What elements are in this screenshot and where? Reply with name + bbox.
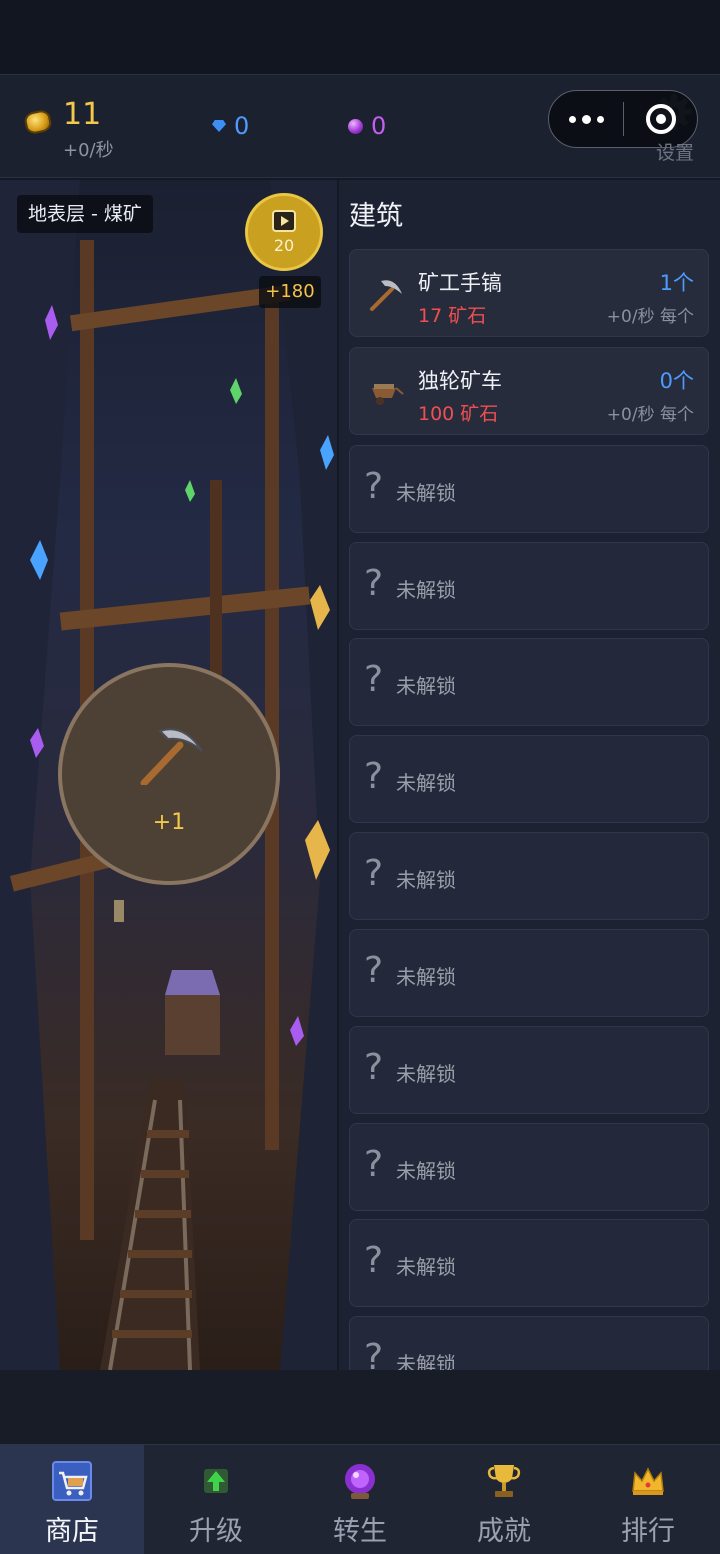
shop-cart-icon xyxy=(52,1461,92,1501)
question-mark-icon: ? xyxy=(364,1047,384,1088)
question-mark-icon: ? xyxy=(364,563,384,604)
panel-title: 建筑 xyxy=(349,201,403,232)
trophy-icon xyxy=(487,1465,521,1497)
question-mark-icon: ? xyxy=(364,1144,384,1185)
locked-label: 未解锁 xyxy=(396,965,456,989)
blue-gem-icon xyxy=(212,120,226,132)
gold-ore-icon xyxy=(22,108,54,136)
upgrade-arrow-icon xyxy=(204,1469,228,1493)
nav-tab-ranking[interactable]: 排行 xyxy=(576,1445,720,1554)
buildings-panel: 建筑 矿工手镐 17 矿石 1个 +0/秒 每个 独轮矿车 100 矿石 0个 … xyxy=(339,180,720,1370)
locked-label: 未解锁 xyxy=(396,578,456,602)
nav-tab-upgrade[interactable]: 升级 xyxy=(144,1445,288,1554)
mine-gain: +1 xyxy=(152,810,186,835)
status-bar-area xyxy=(0,0,720,74)
building-card-wheelbarrow[interactable]: 独轮矿车 100 矿石 0个 +0/秒 每个 xyxy=(349,347,709,435)
question-mark-icon: ? xyxy=(364,853,384,894)
question-mark-icon: ? xyxy=(364,756,384,797)
building-name: 独轮矿车 xyxy=(418,369,502,393)
locked-label: 未解锁 xyxy=(396,1352,456,1370)
locked-label: 未解锁 xyxy=(396,1159,456,1183)
gem-counter: 0 xyxy=(212,114,249,138)
locked-label: 未解锁 xyxy=(396,868,456,892)
close-button[interactable] xyxy=(624,104,697,134)
nav-label: 成就 xyxy=(477,1516,531,1547)
essence-counter: 0 xyxy=(348,114,386,138)
question-mark-icon: ? xyxy=(364,950,384,991)
wheelbarrow-icon xyxy=(372,384,404,405)
video-cost: 20 xyxy=(273,236,295,255)
locked-building-card: ? 未解锁 xyxy=(349,445,709,533)
building-cost: 17 矿石 xyxy=(418,305,487,327)
crystal-ball-icon xyxy=(345,1464,375,1499)
locked-building-card: ? 未解锁 xyxy=(349,1026,709,1114)
nav-spacer xyxy=(0,1370,720,1444)
locked-building-card: ? 未解锁 xyxy=(349,638,709,726)
mine-click-button[interactable]: +1 xyxy=(58,663,280,885)
building-card-pickaxe[interactable]: 矿工手镐 17 矿石 1个 +0/秒 每个 xyxy=(349,249,709,337)
ore-counter: 11 xyxy=(22,97,102,136)
locked-label: 未解锁 xyxy=(396,1062,456,1086)
pickaxe-icon xyxy=(140,728,203,785)
building-count: 1个 xyxy=(659,271,694,295)
video-reward: +180 xyxy=(259,276,321,308)
locked-building-card: ? 未解锁 xyxy=(349,1219,709,1307)
watch-video-button[interactable]: 20 xyxy=(245,193,323,271)
locked-label: 未解锁 xyxy=(396,1255,456,1279)
bottom-nav: 商店 升级 转生 成就 排行 xyxy=(0,1444,720,1554)
nav-tab-achievements[interactable]: 成就 xyxy=(432,1445,576,1554)
locked-label: 未解锁 xyxy=(396,771,456,795)
more-menu-button[interactable] xyxy=(549,91,623,147)
nav-tab-rebirth[interactable]: 转生 xyxy=(288,1445,432,1554)
locked-building-card: ? 未解锁 xyxy=(349,1316,709,1370)
locked-label: 未解锁 xyxy=(396,481,456,505)
pickaxe-icon xyxy=(370,280,402,311)
question-mark-icon: ? xyxy=(364,466,384,507)
nav-label: 商店 xyxy=(45,1516,99,1547)
settings-label[interactable]: 设置 xyxy=(656,138,694,165)
locked-building-card: ? 未解锁 xyxy=(349,832,709,920)
ore-rate: +0/秒 xyxy=(63,140,114,161)
nav-label: 升级 xyxy=(189,1516,243,1547)
question-mark-icon: ? xyxy=(364,1240,384,1281)
video-play-icon xyxy=(272,210,296,232)
locked-label: 未解锁 xyxy=(396,674,456,698)
locked-building-card: ? 未解锁 xyxy=(349,929,709,1017)
ore-amount: 11 xyxy=(63,97,102,132)
building-cost: 100 矿石 xyxy=(418,403,499,425)
building-rate: +0/秒 每个 xyxy=(606,307,694,327)
gem-amount: 0 xyxy=(234,112,250,140)
nav-tab-shop[interactable]: 商店 xyxy=(0,1445,144,1554)
question-mark-icon: ? xyxy=(364,659,384,700)
locked-building-card: ? 未解锁 xyxy=(349,1123,709,1211)
building-rate: +0/秒 每个 xyxy=(606,405,694,425)
mine-layer-label: 地表层 - 煤矿 xyxy=(17,195,153,233)
essence-amount: 0 xyxy=(371,112,387,140)
building-name: 矿工手镐 xyxy=(418,271,502,295)
building-count: 0个 xyxy=(659,369,694,393)
purple-orb-icon xyxy=(348,118,363,134)
crown-icon xyxy=(632,1467,664,1495)
locked-building-card: ? 未解锁 xyxy=(349,735,709,823)
nav-label: 排行 xyxy=(621,1516,675,1547)
close-ring-icon xyxy=(645,104,676,134)
locked-building-card: ? 未解锁 xyxy=(349,542,709,630)
question-mark-icon: ? xyxy=(364,1337,384,1371)
nav-label: 转生 xyxy=(333,1516,387,1547)
